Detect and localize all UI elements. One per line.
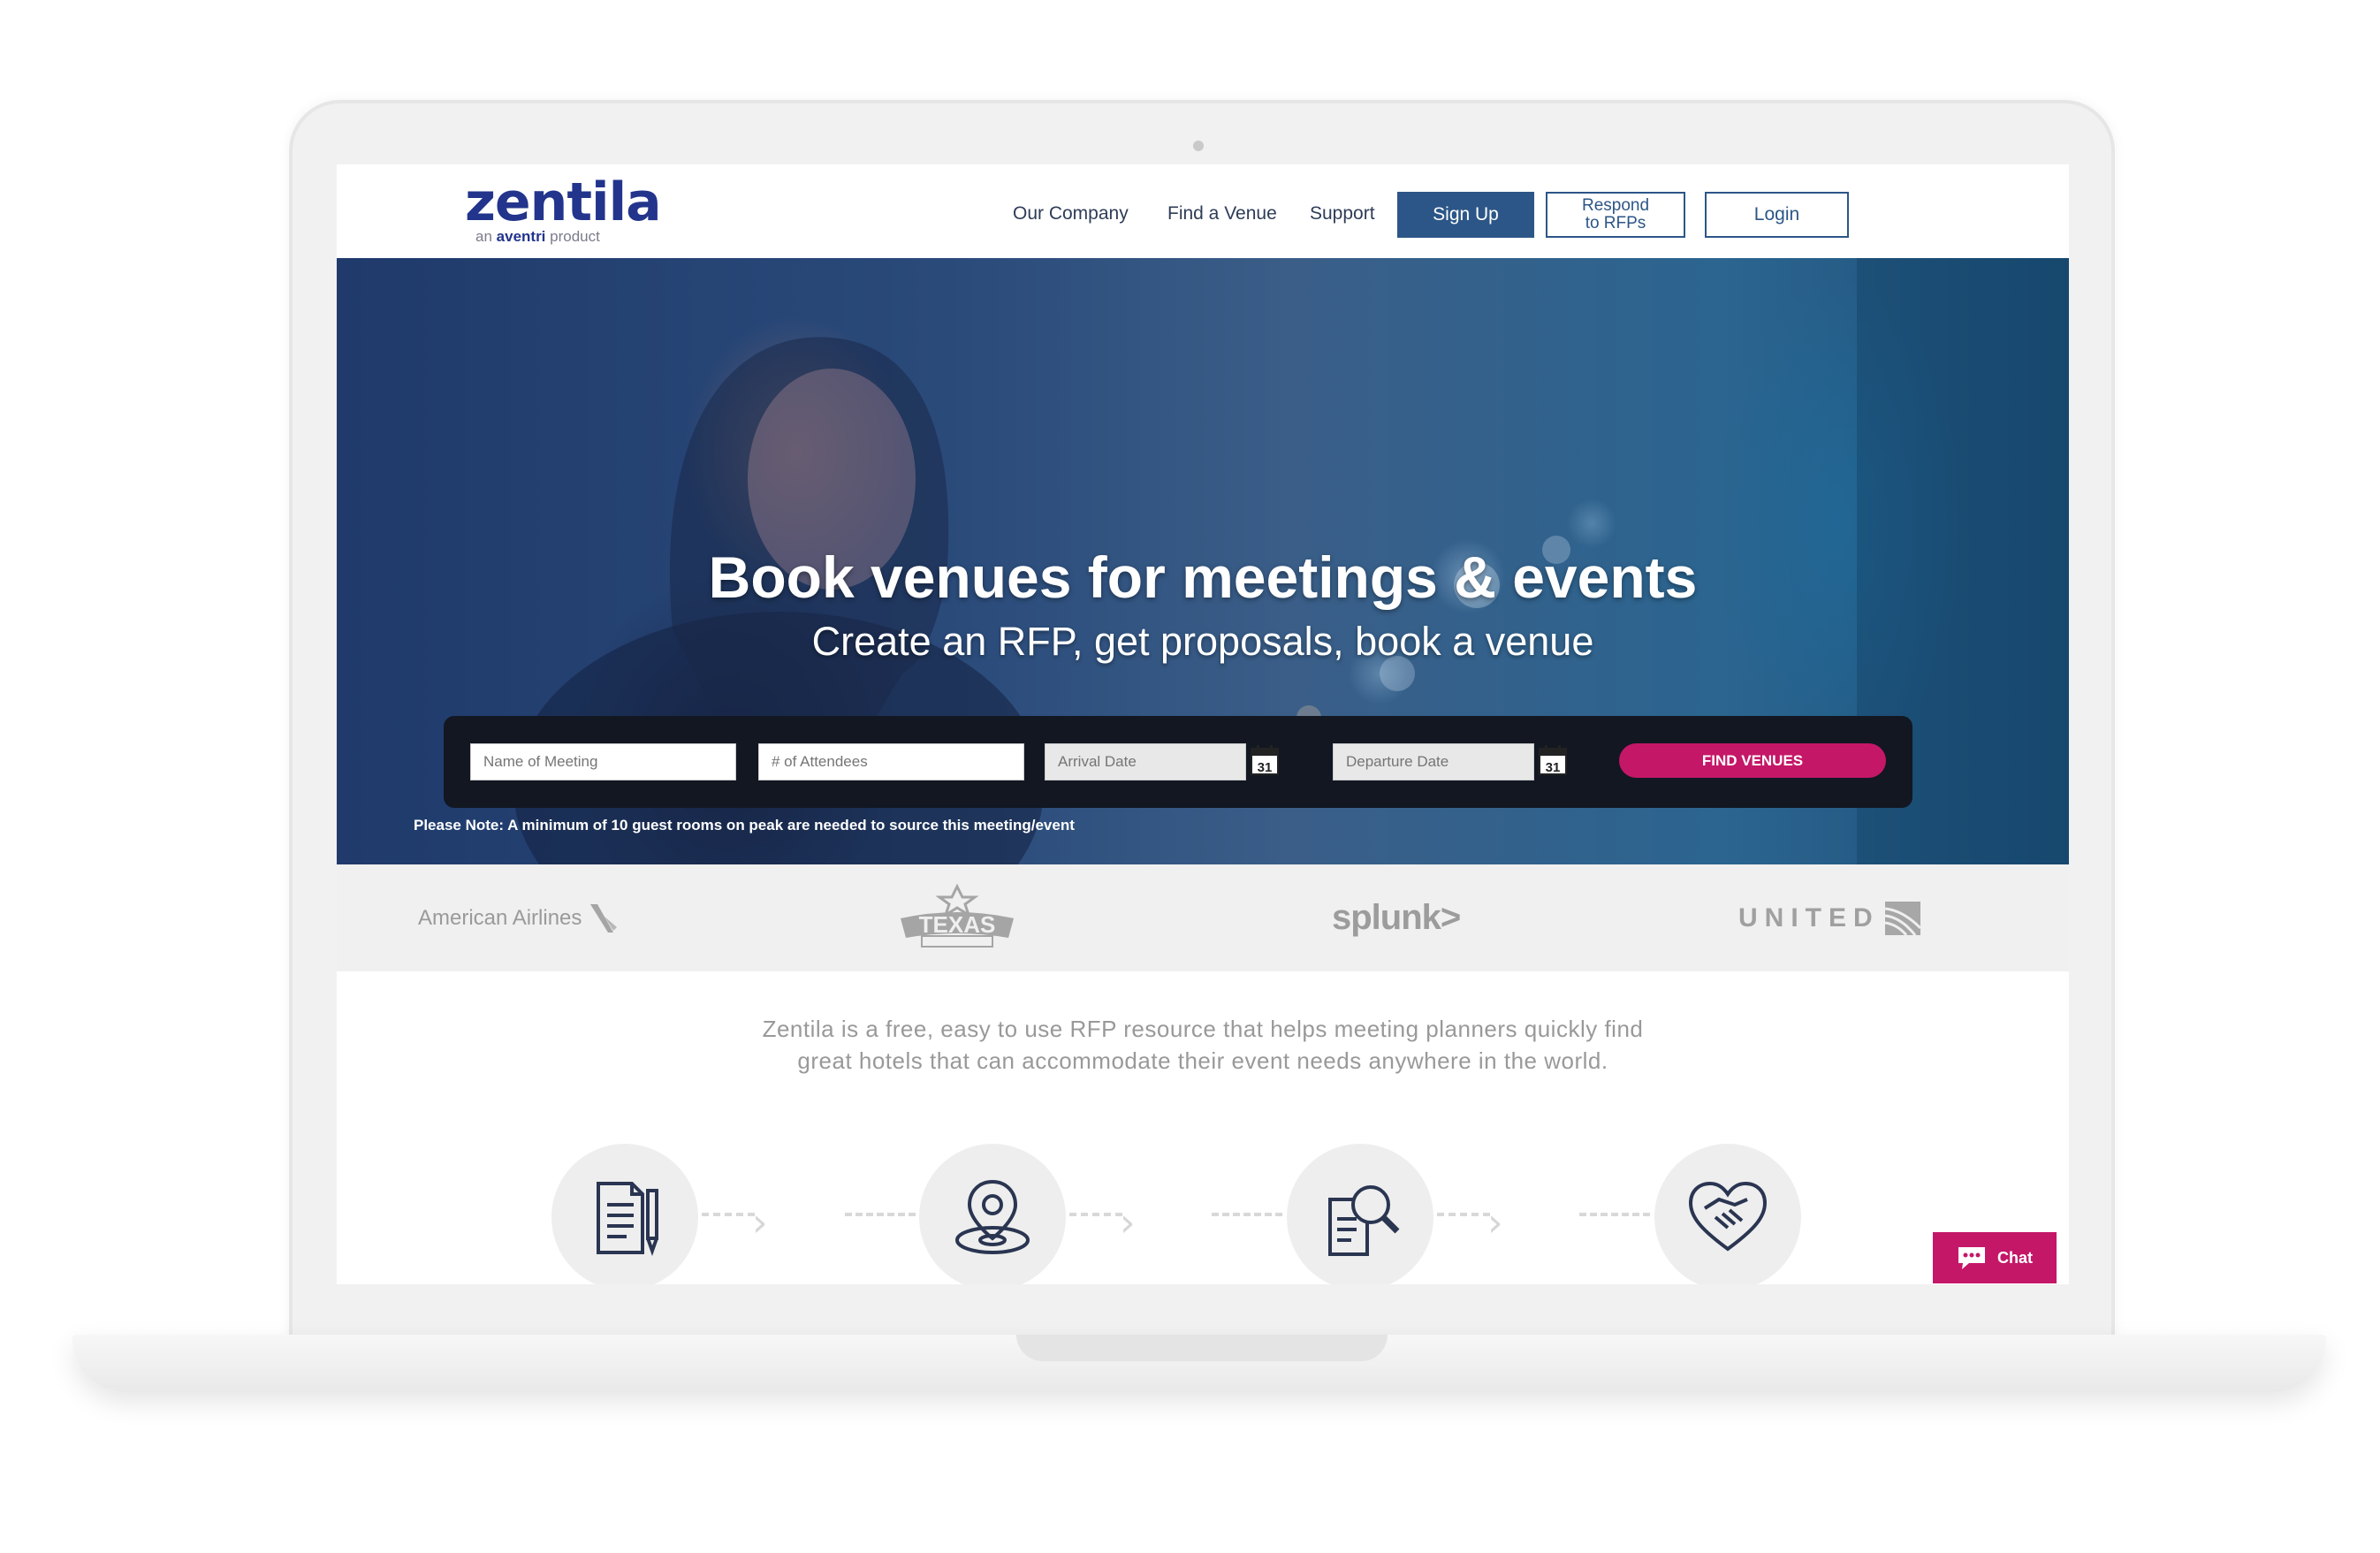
document-search-icon — [1328, 1185, 1400, 1256]
logo-tag-product: product — [550, 228, 600, 245]
texas-text: TEXAS — [919, 911, 996, 938]
document-pen-icon — [597, 1182, 658, 1256]
arrival-calendar-day: 31 — [1258, 760, 1273, 775]
location-pin-icon — [955, 1179, 1030, 1254]
step-book-venue — [1654, 1144, 1801, 1284]
step-connector — [1069, 1213, 1122, 1216]
departure-date-input[interactable] — [1333, 743, 1534, 780]
respond-to-rfps-button[interactable]: Respond to RFPs — [1546, 192, 1685, 238]
meeting-name-input[interactable] — [470, 743, 736, 780]
united-globe-icon — [1884, 901, 1920, 935]
chevron-right-icon: › — [1120, 1200, 1136, 1245]
chat-label: Chat — [1997, 1248, 2033, 1267]
respond-line-2: to RFPs — [1585, 214, 1646, 232]
hero-title: Book venues for meetings & events — [708, 544, 1698, 610]
login-button[interactable]: Login — [1705, 192, 1849, 238]
logo-wordmark: zentila — [465, 171, 662, 233]
logo-tag-an: an — [475, 228, 492, 245]
logo[interactable]: zentila an aventri product — [465, 171, 662, 246]
american-airlines-mark-icon — [590, 903, 618, 933]
arrival-date-input[interactable] — [1045, 743, 1246, 780]
texas-roadhouse-logo: TEXAS — [895, 864, 1019, 971]
united-logo: UNITED — [1738, 864, 1920, 971]
intro-line-2: great hotels that can accommodate their … — [797, 1047, 1608, 1074]
find-venues-button[interactable]: FIND VENUES — [1619, 743, 1886, 778]
step-review-proposals — [1287, 1144, 1433, 1284]
step-connector — [1212, 1213, 1282, 1216]
chevron-right-icon: › — [1487, 1200, 1503, 1245]
screen: zentila an aventri product Our Company F… — [337, 164, 2069, 1284]
minimum-rooms-note: Please Note: A minimum of 10 guest rooms… — [414, 817, 1075, 834]
united-text: UNITED — [1738, 902, 1880, 933]
step-connector — [1437, 1213, 1490, 1216]
nav-support[interactable]: Support — [1310, 203, 1375, 225]
step-connector — [845, 1213, 916, 1216]
arrival-calendar-icon[interactable]: 31 — [1251, 745, 1279, 775]
step-create-rfp — [551, 1144, 698, 1284]
nav-find-venue[interactable]: Find a Venue — [1167, 203, 1277, 225]
step-find-venue — [919, 1144, 1066, 1284]
hero-subtitle: Create an RFP, get proposals, book a ven… — [811, 619, 1594, 664]
step-connector — [702, 1213, 755, 1216]
step-connector — [1579, 1213, 1650, 1216]
splunk-logo: splunk> — [1332, 864, 1461, 971]
attendees-input[interactable] — [758, 743, 1024, 780]
chat-bubble-icon — [1958, 1247, 1985, 1269]
sign-up-button[interactable]: Sign Up — [1397, 192, 1534, 238]
departure-calendar-day: 31 — [1546, 760, 1561, 775]
chevron-right-icon: › — [752, 1200, 768, 1245]
intro-line-1: Zentila is a free, easy to use RFP resou… — [762, 1016, 1644, 1042]
client-logos-strip: American Airlines TEXAS splunk> UNITED — [337, 864, 2069, 971]
intro-paragraph: Zentila is a free, easy to use RFP resou… — [337, 1013, 2069, 1077]
venue-search-bar: 31 31 FIND VENUES — [444, 716, 1912, 808]
respond-line-1: Respond — [1581, 196, 1650, 215]
splunk-text: splunk> — [1332, 898, 1461, 937]
american-airlines-logo: American Airlines — [418, 864, 620, 971]
laptop-notch — [1016, 1335, 1388, 1361]
handshake-heart-icon — [1688, 1181, 1768, 1252]
nav-our-company[interactable]: Our Company — [1013, 203, 1129, 225]
hero-banner: Book venues for meetings & events Create… — [337, 258, 2069, 864]
chat-button[interactable]: Chat — [1933, 1232, 2057, 1283]
texas-badge-icon: TEXAS — [901, 883, 1014, 948]
site-header: zentila an aventri product Our Company F… — [337, 164, 2069, 258]
american-airlines-text: American Airlines — [418, 905, 582, 930]
logo-tag-brand: aventri — [496, 228, 546, 245]
departure-calendar-icon[interactable]: 31 — [1539, 745, 1567, 775]
camera-dot — [1193, 141, 1204, 151]
